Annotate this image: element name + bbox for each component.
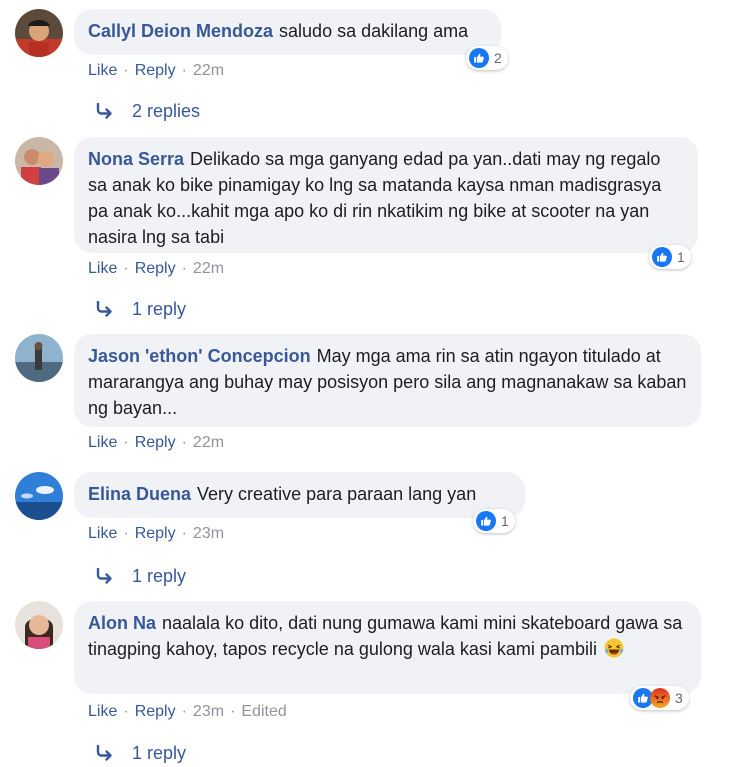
edited-label: Edited <box>241 703 287 720</box>
comment-author[interactable]: Jason 'ethon' Concepcion <box>88 346 311 366</box>
comment-bubble: Alon Na naalala ko dito, dati nung gumawa… <box>74 601 701 694</box>
separator-dot: · <box>181 525 187 542</box>
view-replies-link[interactable]: 1 reply <box>96 296 186 322</box>
reply-link[interactable]: Reply <box>135 62 176 79</box>
separator-dot: · <box>230 703 236 720</box>
timestamp[interactable]: 22m <box>193 260 224 277</box>
comment-actions: Like · Reply · 22m <box>88 432 224 454</box>
reaction-count: 1 <box>501 513 509 529</box>
reaction-badge[interactable]: 2 <box>466 46 508 70</box>
reply-arrow-icon <box>96 568 114 584</box>
timestamp[interactable]: 23m <box>193 703 224 720</box>
reaction-count: 1 <box>677 249 685 265</box>
avatar[interactable] <box>15 9 63 57</box>
reply-link[interactable]: Reply <box>135 525 176 542</box>
separator-dot: · <box>181 260 187 277</box>
reaction-count: 3 <box>675 690 683 706</box>
comment-text: saludo sa dakilang ama <box>279 21 469 41</box>
comment-author[interactable]: Alon Na <box>88 613 156 633</box>
reaction-badge[interactable]: 3 <box>630 686 689 710</box>
reaction-badge[interactable]: 1 <box>649 245 691 269</box>
reply-link[interactable]: Reply <box>135 703 176 720</box>
reaction-badge[interactable]: 1 <box>473 509 515 533</box>
avatar[interactable] <box>15 334 63 382</box>
angry-icon <box>650 688 670 708</box>
separator-dot: · <box>181 434 187 451</box>
separator-dot: · <box>123 62 129 79</box>
replies-label: 1 reply <box>132 743 187 763</box>
like-link[interactable]: Like <box>88 62 117 79</box>
avatar[interactable] <box>15 137 63 185</box>
like-link[interactable]: Like <box>88 703 117 720</box>
comment-bubble: Elina Duena Very creative para paraan lan… <box>74 472 525 518</box>
like-link[interactable]: Like <box>88 434 117 451</box>
reply-link[interactable]: Reply <box>135 260 176 277</box>
comment-actions: Like · Reply · 22m <box>88 60 224 82</box>
separator-dot: · <box>181 703 187 720</box>
timestamp[interactable]: 23m <box>193 525 224 542</box>
separator-dot: · <box>123 525 129 542</box>
reply-link[interactable]: Reply <box>135 434 176 451</box>
comment-actions: Like · Reply · 23m · Edited <box>88 701 287 723</box>
view-replies-link[interactable]: 2 replies <box>96 98 200 124</box>
like-link[interactable]: Like <box>88 525 117 542</box>
timestamp[interactable]: 22m <box>193 434 224 451</box>
avatar[interactable] <box>15 601 63 649</box>
like-link[interactable]: Like <box>88 260 117 277</box>
replies-label: 1 reply <box>132 299 187 319</box>
replies-label: 1 reply <box>132 566 187 586</box>
separator-dot: · <box>123 260 129 277</box>
reply-arrow-icon <box>96 103 114 119</box>
like-icon <box>476 511 496 531</box>
comment-author[interactable]: Callyl Deion Mendoza <box>88 21 273 41</box>
comment-bubble: Callyl Deion Mendoza saludo sa dakilang a… <box>74 9 501 55</box>
laughing-emoji-icon <box>604 638 624 658</box>
view-replies-link[interactable]: 1 reply <box>96 740 186 766</box>
like-icon <box>652 247 672 267</box>
comment-bubble: Jason 'ethon' Concepcion May mga ama rin … <box>74 334 701 427</box>
separator-dot: · <box>123 703 129 720</box>
replies-label: 2 replies <box>132 101 201 121</box>
like-icon <box>469 48 489 68</box>
comment-author[interactable]: Nona Serra <box>88 149 184 169</box>
reply-arrow-icon <box>96 745 114 761</box>
comment-author[interactable]: Elina Duena <box>88 484 191 504</box>
comment-text: naalala ko dito, dati nung gumawa kami m… <box>88 613 683 659</box>
comment-actions: Like · Reply · 22m <box>88 258 224 280</box>
reply-arrow-icon <box>96 301 114 317</box>
separator-dot: · <box>181 62 187 79</box>
comment-text: Very creative para paraan lang yan <box>197 484 477 504</box>
timestamp[interactable]: 22m <box>193 62 224 79</box>
avatar[interactable] <box>15 472 63 520</box>
reaction-count: 2 <box>494 50 502 66</box>
comment-bubble: Nona Serra Delikado sa mga ganyang edad p… <box>74 137 698 253</box>
separator-dot: · <box>123 434 129 451</box>
comment-actions: Like · Reply · 23m <box>88 523 224 545</box>
view-replies-link[interactable]: 1 reply <box>96 563 186 589</box>
